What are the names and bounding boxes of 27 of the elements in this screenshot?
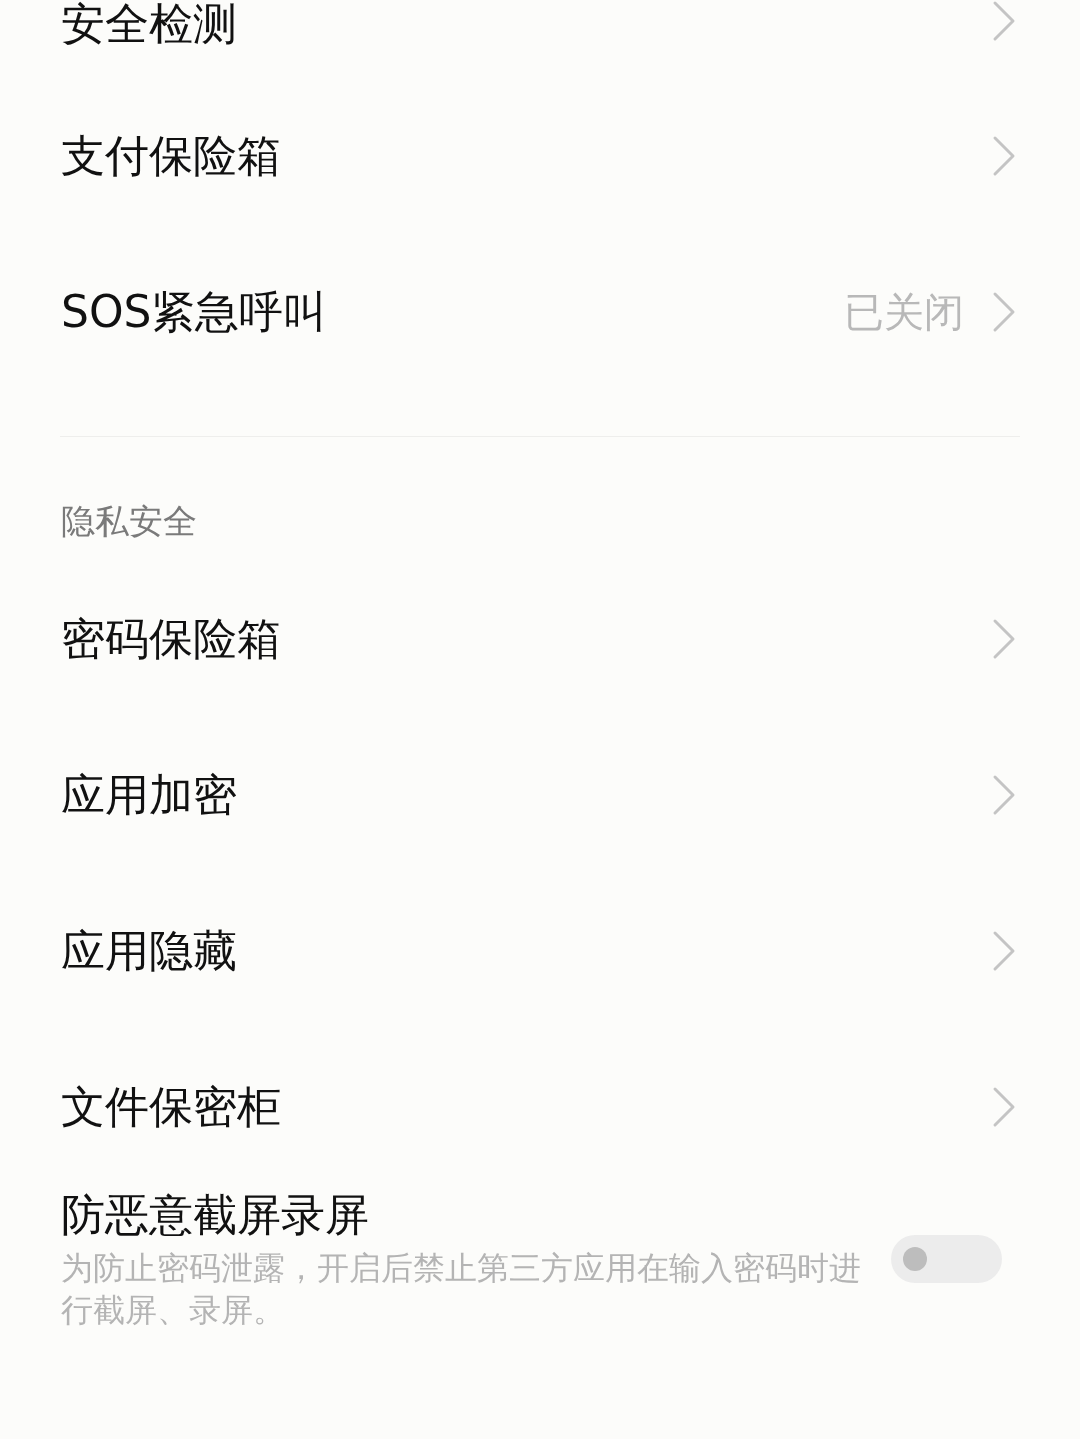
row-label: 防恶意截屏录屏	[61, 1188, 370, 1242]
chevron-right-icon	[992, 618, 1016, 660]
row-label: 安全检测	[61, 0, 238, 48]
toggle-knob	[903, 1247, 927, 1271]
chevron-right-icon	[992, 135, 1016, 177]
row-label: 应用加密	[61, 771, 238, 819]
settings-row[interactable]: 应用隐藏	[0, 873, 1080, 1029]
chevron-right-icon	[992, 1086, 1016, 1128]
settings-row[interactable]: 密码保险箱	[0, 561, 1080, 717]
settings-row[interactable]: SOS紧急呼叫 已关闭	[0, 234, 1080, 390]
chevron-right-icon	[992, 774, 1016, 816]
settings-row[interactable]: 支付保险箱	[0, 78, 1080, 234]
settings-row[interactable]: 文件保密柜	[0, 1029, 1080, 1185]
chevron-right-icon	[992, 291, 1016, 333]
row-label: 文件保密柜	[61, 1083, 282, 1131]
toggle-switch[interactable]	[891, 1235, 1002, 1283]
settings-row[interactable]: 应用加密	[0, 717, 1080, 873]
row-label: 应用隐藏	[61, 927, 238, 975]
chevron-right-icon	[992, 0, 1016, 42]
chevron-right-icon	[992, 930, 1016, 972]
section-header: 隐私安全	[61, 501, 197, 541]
row-label: SOS紧急呼叫	[61, 288, 329, 336]
row-value: 已关闭	[844, 288, 964, 336]
row-label: 密码保险箱	[61, 615, 282, 663]
row-label: 支付保险箱	[61, 132, 282, 180]
settings-row[interactable]: 安全检测	[0, 0, 1080, 78]
row-description: 为防止密码泄露，开启后禁止第三方应用在输入密码时进行截屏、录屏。	[61, 1248, 861, 1331]
